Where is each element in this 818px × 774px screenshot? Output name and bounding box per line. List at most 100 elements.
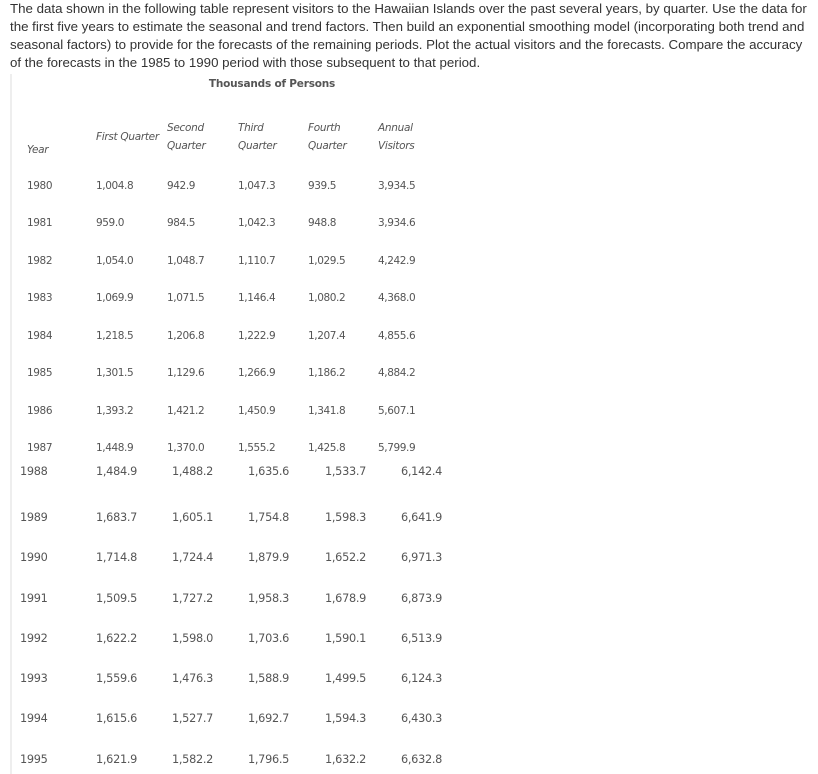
cell-q2: 1,206.8 (167, 330, 205, 342)
cell-annual: 4,368.0 (378, 292, 416, 304)
cell-q3: 1,555.2 (238, 442, 276, 454)
cell-q1: 1,683.7 (96, 511, 138, 524)
header-second-quarter-line2: Quarter (167, 140, 206, 152)
table-row: 1994 1,615.6 1,527.7 1,692.7 1,594.3 6,430.3 (12, 712, 482, 732)
cell-q1: 1,393.2 (96, 405, 134, 417)
cell-year: 1987 (27, 442, 53, 454)
cell-q4: 1,080.2 (308, 292, 346, 304)
cell-q2: 1,476.3 (172, 672, 214, 685)
cell-year: 1980 (27, 180, 53, 192)
table-row: 1990 1,714.8 1,724.4 1,879.9 1,652.2 6,971.3 (12, 551, 482, 571)
table-row: 1989 1,683.7 1,605.1 1,754.8 1,598.3 6,641.9 (12, 511, 482, 531)
cell-year: 1989 (20, 511, 48, 524)
cell-annual: 5,799.9 (378, 442, 416, 454)
table-row: 1991 1,509.5 1,727.2 1,958.3 1,678.9 6,873.9 (12, 592, 482, 612)
cell-year: 1992 (20, 632, 48, 645)
cell-q4: 1,590.1 (325, 632, 367, 645)
cell-q1: 1,301.5 (96, 367, 134, 379)
cell-annual: 4,884.2 (378, 367, 416, 379)
table-row: 1992 1,622.2 1,598.0 1,703.6 1,590.1 6,513.9 (12, 632, 482, 652)
table-row: 1993 1,559.6 1,476.3 1,588.9 1,499.5 6,124.3 (12, 672, 482, 692)
table-row: 1986 1,393.2 1,421.2 1,450.9 1,341.8 5,607.1 (12, 405, 482, 425)
cell-q2: 942.9 (167, 180, 196, 192)
cell-q2: 1,727.2 (172, 592, 214, 605)
header-first-quarter: First Quarter (96, 131, 159, 143)
cell-q3: 1,110.7 (238, 255, 276, 267)
cell-year: 1994 (20, 712, 48, 725)
cell-q4: 1,678.9 (325, 592, 367, 605)
cell-q4: 1,594.3 (325, 712, 367, 725)
cell-annual: 4,855.6 (378, 330, 416, 342)
cell-q3: 1,146.4 (238, 292, 276, 304)
cell-q1: 1,054.0 (96, 255, 134, 267)
cell-q2: 1,605.1 (172, 511, 214, 524)
cell-q3: 1,692.7 (248, 712, 290, 725)
table-row: 1984 1,218.5 1,206.8 1,222.9 1,207.4 4,855.6 (12, 330, 482, 350)
cell-year: 1986 (27, 405, 53, 417)
cell-year: 1985 (27, 367, 53, 379)
table-row: 1980 1,004.8 942.9 1,047.3 939.5 3,934.5 (12, 180, 482, 200)
cell-annual: 5,607.1 (378, 405, 416, 417)
cell-year: 1993 (20, 672, 48, 685)
table-row: 1983 1,069.9 1,071.5 1,146.4 1,080.2 4,368.0 (12, 292, 482, 312)
cell-year: 1995 (20, 753, 48, 766)
cell-q2: 1,421.2 (167, 405, 205, 417)
cell-q2: 1,129.6 (167, 367, 205, 379)
cell-annual: 3,934.5 (378, 180, 416, 192)
cell-q1: 1,509.5 (96, 592, 138, 605)
cell-q2: 1,598.0 (172, 632, 214, 645)
cell-q2: 1,488.2 (172, 465, 214, 478)
cell-q3: 1,703.6 (248, 632, 290, 645)
cell-annual: 3,934.6 (378, 217, 416, 229)
header-year: Year (27, 144, 49, 156)
header-second-quarter: Second Quarter (167, 119, 206, 155)
cell-q3: 1,958.3 (248, 592, 290, 605)
problem-statement: The data shown in the following table re… (10, 1, 807, 70)
cell-q3: 1,754.8 (248, 511, 290, 524)
cell-q1: 1,714.8 (96, 551, 138, 564)
cell-year: 1983 (27, 292, 53, 304)
header-second-quarter-line1: Second (167, 122, 204, 134)
header-third-quarter-line2: Quarter (238, 140, 277, 152)
cell-q1: 1,484.9 (96, 465, 138, 478)
cell-q1: 1,218.5 (96, 330, 134, 342)
cell-annual: 6,971.3 (401, 551, 443, 564)
cell-q1: 1,004.8 (96, 180, 134, 192)
cell-q1: 1,622.2 (96, 632, 138, 645)
cell-q1: 1,559.6 (96, 672, 138, 685)
cell-annual: 6,873.9 (401, 592, 443, 605)
header-third-quarter-line1: Third (238, 122, 264, 134)
cell-q1: 1,621.9 (96, 753, 138, 766)
cell-q1: 1,448.9 (96, 442, 134, 454)
cell-q2: 1,724.4 (172, 551, 214, 564)
table-row: 1995 1,621.9 1,582.2 1,796.5 1,632.2 6,632.8 (12, 753, 482, 773)
cell-annual: 6,641.9 (401, 511, 443, 524)
cell-annual: 6,632.8 (401, 753, 443, 766)
header-fourth-quarter-line2: Quarter (308, 140, 347, 152)
table-row: 1981 959.0 984.5 1,042.3 948.8 3,934.6 (12, 217, 482, 237)
cell-year: 1991 (20, 592, 48, 605)
cell-q3: 1,588.9 (248, 672, 290, 685)
cell-year: 1984 (27, 330, 53, 342)
table-caption: Thousands of Persons (208, 78, 336, 90)
cell-q3: 1,450.9 (238, 405, 276, 417)
cell-q3: 1,796.5 (248, 753, 290, 766)
cell-year: 1988 (20, 465, 48, 478)
cell-annual: 4,242.9 (378, 255, 416, 267)
cell-q1: 1,615.6 (96, 712, 138, 725)
cell-q2: 1,527.7 (172, 712, 214, 725)
header-annual-line2: Visitors (378, 140, 415, 152)
cell-annual: 6,513.9 (401, 632, 443, 645)
cell-q2: 1,582.2 (172, 753, 214, 766)
cell-q1: 959.0 (96, 217, 125, 229)
cell-q1: 1,069.9 (96, 292, 134, 304)
table-row: 1982 1,054.0 1,048.7 1,110.7 1,029.5 4,242.9 (12, 255, 482, 275)
table-row: 1987 1,448.9 1,370.0 1,555.2 1,425.8 5,799.9 (12, 442, 482, 462)
cell-year: 1982 (27, 255, 53, 267)
table-row: 1988 1,484.9 1,488.2 1,635.6 1,533.7 6,142.4 (12, 465, 482, 485)
visitors-table: Thousands of Persons Year First Quarter … (10, 74, 482, 774)
cell-q4: 1,598.3 (325, 511, 367, 524)
cell-annual: 6,430.3 (401, 712, 443, 725)
cell-q3: 1,635.6 (248, 465, 290, 478)
cell-q4: 1,341.8 (308, 405, 346, 417)
